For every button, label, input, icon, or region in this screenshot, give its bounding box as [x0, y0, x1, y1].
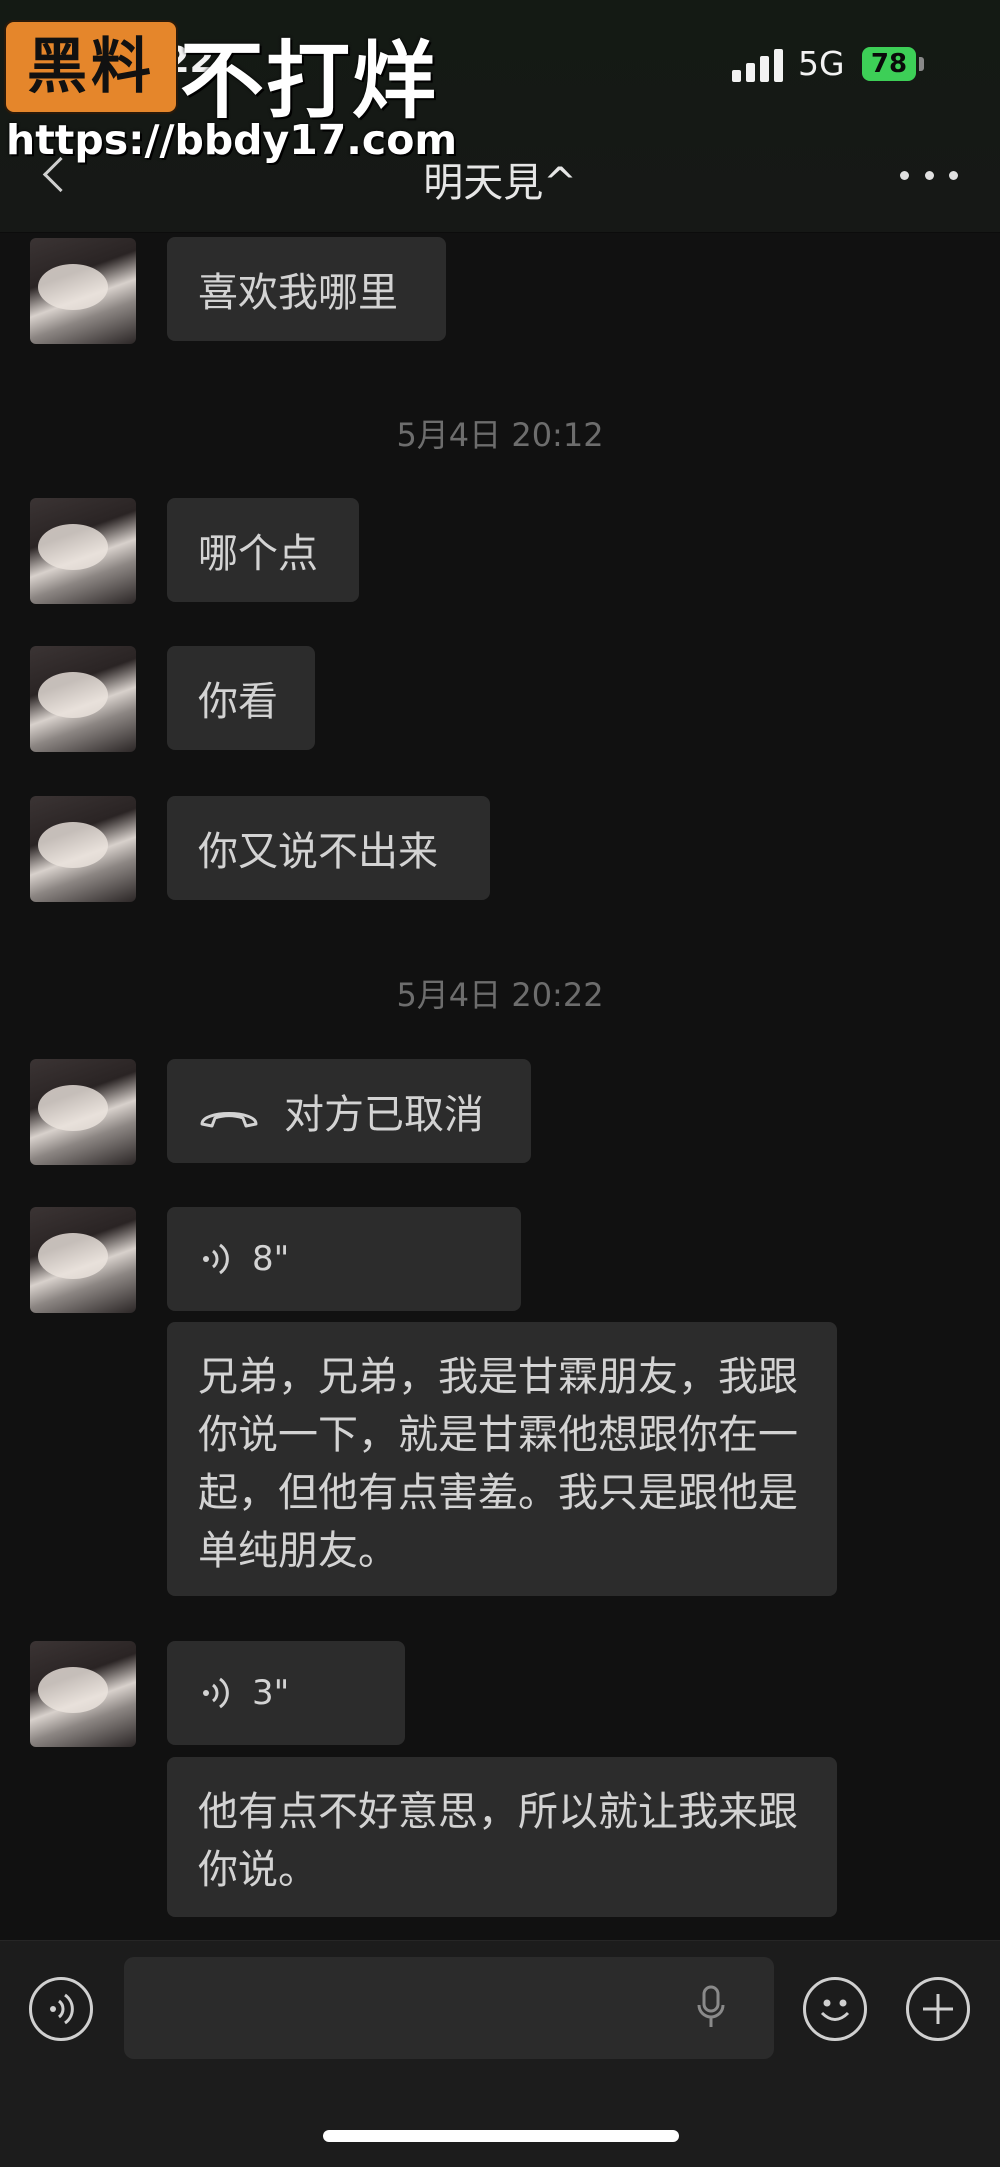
voice-duration: 3": [252, 1673, 290, 1713]
message-bubble[interactable]: 哪个点: [167, 498, 359, 602]
signal-icon: [732, 48, 784, 82]
voice-message-bubble[interactable]: 8": [167, 1207, 521, 1311]
network-type: 5G: [798, 44, 845, 83]
message-text: 喜欢我哪里: [198, 270, 398, 316]
message-bubble[interactable]: 喜欢我哪里: [167, 237, 446, 341]
avatar[interactable]: [30, 646, 136, 752]
battery-tip: [919, 57, 924, 71]
transcript-text: 他有点不好意思，所以就让我来跟你说。: [198, 1789, 798, 1893]
microphone-icon[interactable]: [696, 1985, 726, 2031]
voice-wave-icon: [198, 1241, 234, 1277]
voice-duration: 8": [252, 1239, 290, 1279]
avatar[interactable]: [30, 1641, 136, 1747]
timestamp: 5月4日 20:12: [396, 416, 604, 454]
avatar[interactable]: [30, 796, 136, 902]
message-bubble[interactable]: 你看: [167, 646, 315, 750]
voice-transcript-bubble[interactable]: 他有点不好意思，所以就让我来跟你说。: [167, 1757, 837, 1917]
voice-transcript-bubble[interactable]: 兄弟，兄弟，我是甘霖朋友，我跟你说一下，就是甘霖他想跟你在一起，但他有点害羞。我…: [167, 1322, 837, 1596]
avatar[interactable]: [30, 1059, 136, 1165]
avatar[interactable]: [30, 238, 136, 344]
emoji-icon[interactable]: [803, 1977, 867, 2041]
timestamp: 5月4日 20:22: [396, 976, 604, 1014]
message-text: 你又说不出来: [198, 829, 438, 875]
battery-icon: 78: [862, 47, 916, 81]
voice-wave-icon: [198, 1675, 234, 1711]
message-input[interactable]: [124, 1957, 774, 2059]
message-bubble[interactable]: 你又说不出来: [167, 796, 490, 900]
voice-toggle-icon[interactable]: [29, 1977, 93, 2041]
call-bubble[interactable]: 对方已取消: [167, 1059, 531, 1163]
home-indicator[interactable]: [323, 2130, 679, 2142]
watermark-url: https://bbdy17.com: [6, 116, 458, 164]
plus-icon[interactable]: [906, 1977, 970, 2041]
message-text: 你看: [198, 679, 278, 725]
avatar[interactable]: [30, 1207, 136, 1313]
transcript-text: 兄弟，兄弟，我是甘霖朋友，我跟你说一下，就是甘霖他想跟你在一起，但他有点害羞。我…: [198, 1354, 798, 1574]
more-options-button[interactable]: [900, 152, 958, 198]
top-bar: 15:22 5G 78 明天見^ 黑料 不打烊 https://bbdy17.c…: [0, 0, 1000, 233]
phone-hangup-icon: [198, 1096, 260, 1128]
watermark-logo: 黑料: [4, 20, 178, 114]
message-text: 哪个点: [198, 531, 318, 577]
voice-message-bubble[interactable]: 3": [167, 1641, 405, 1745]
call-status-text: 对方已取消: [284, 1092, 484, 1138]
avatar[interactable]: [30, 498, 136, 604]
